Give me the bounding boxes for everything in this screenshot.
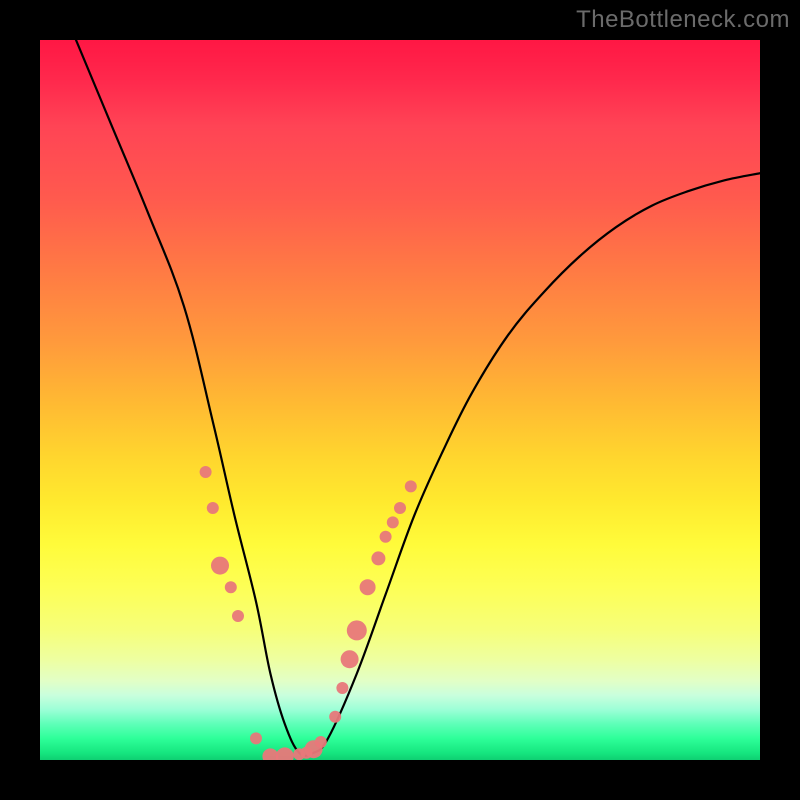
marker-dot [371,551,385,565]
marker-dot [200,466,212,478]
watermark-text: TheBottleneck.com [576,6,790,34]
marker-dot [387,516,399,528]
marker-dot [250,732,262,744]
curve-layer [40,40,760,760]
marker-dot [360,579,376,595]
marker-dot [225,581,237,593]
marker-dot [341,650,359,668]
marker-dot [207,502,219,514]
marker-dot [276,747,294,760]
bottleneck-curve [76,40,760,756]
chart-canvas: TheBottleneck.com [0,0,800,800]
marker-dot [315,736,327,748]
marker-dot [394,502,406,514]
marker-dot [405,480,417,492]
marker-dot [329,711,341,723]
marker-dot [336,682,348,694]
marker-dot [347,620,367,640]
marker-dot [211,557,229,575]
plot-area [40,40,760,760]
marker-dot [232,610,244,622]
marker-dot [380,531,392,543]
